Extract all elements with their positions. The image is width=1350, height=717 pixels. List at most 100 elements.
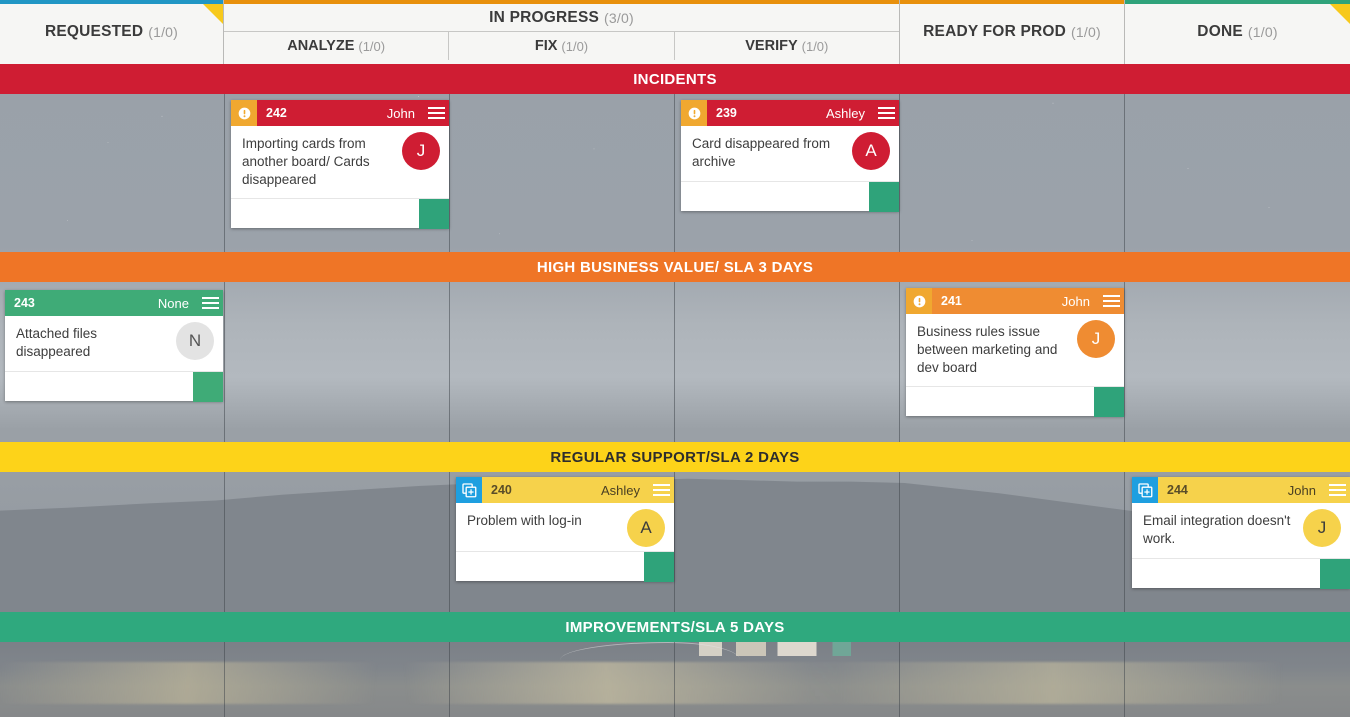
avatar[interactable]: J	[1077, 320, 1115, 358]
warning-icon	[906, 288, 932, 314]
column-label-requested: REQUESTED	[44, 23, 144, 40]
card-body-240: Problem with log-in A	[456, 503, 674, 551]
swimlane-header-regular-support[interactable]: REGULAR SUPPORT/SLA 2 DAYS	[0, 442, 1350, 472]
subcolumn-label-analyze: ANALYZE	[287, 38, 355, 54]
swimlane-label-incidents: INCIDENTS	[633, 70, 717, 88]
card-body-244: Email integration doesn't work. J	[1132, 503, 1350, 558]
kanban-board: REQUESTED (1/0) IN PROGRESS (3/0) ANALYZ…	[0, 0, 1350, 717]
card-id-244: 244	[1167, 483, 1188, 497]
swimlane-label-improvements: IMPROVEMENTS/SLA 5 DAYS	[565, 618, 785, 636]
swimlane-header-high-business-value[interactable]: HIGH BUSINESS VALUE/ SLA 3 DAYS	[0, 252, 1350, 282]
card-header-242: 242 John	[231, 100, 449, 126]
avatar[interactable]: J	[1303, 509, 1341, 547]
card-progress-square	[1094, 387, 1124, 418]
card-title-240: Problem with log-in	[467, 513, 582, 528]
hamburger-icon[interactable]	[873, 100, 899, 126]
card-240[interactable]: 240 Ashley Problem with log-in A	[456, 477, 674, 582]
card-assignee-242: John	[386, 105, 415, 121]
card-header-240: 240 Ashley	[456, 477, 674, 503]
card-assignee-239: Ashley	[825, 105, 865, 121]
board-header: REQUESTED (1/0) IN PROGRESS (3/0) ANALYZ…	[0, 0, 1350, 64]
column-count-ready-for-prod: (1/0)	[1071, 24, 1101, 40]
swimlane-label-high-business-value: HIGH BUSINESS VALUE/ SLA 3 DAYS	[536, 258, 814, 276]
card-footer-240	[456, 551, 674, 582]
column-title-requested: REQUESTED (1/0)	[0, 0, 223, 64]
card-body-241: Business rules issue between marketing a…	[906, 314, 1124, 386]
column-header-ready-for-prod[interactable]: READY FOR PROD (1/0)	[900, 0, 1125, 64]
card-assignee-241: John	[1061, 293, 1090, 309]
column-top-accent-in-progress	[224, 0, 899, 4]
card-id-240: 240	[491, 483, 512, 497]
card-title-244: Email integration doesn't work.	[1143, 513, 1291, 546]
column-corner-flag-requested	[203, 4, 223, 24]
card-id-243: 243	[14, 296, 35, 310]
column-count-done: (1/0)	[1247, 24, 1278, 40]
card-id-239: 239	[716, 106, 737, 120]
card-footer-242	[231, 198, 449, 230]
card-assignee-240: Ashley	[600, 482, 640, 498]
card-id-242: 242	[266, 106, 287, 120]
avatar[interactable]: A	[852, 132, 890, 170]
subcolumn-header-analyze[interactable]: ANALYZE (1/0)	[224, 32, 450, 60]
avatar[interactable]: J	[402, 132, 440, 170]
card-progress-square	[419, 199, 449, 230]
column-header-done[interactable]: DONE (1/0)	[1125, 0, 1350, 64]
subcolumn-header-verify[interactable]: VERIFY (1/0)	[675, 32, 899, 60]
column-header-requested[interactable]: REQUESTED (1/0)	[0, 0, 224, 64]
card-footer-241	[906, 386, 1124, 418]
subcolumn-row: ANALYZE (1/0) FIX (1/0) VERIFY (1/0)	[224, 31, 899, 60]
column-label-ready-for-prod: READY FOR PROD	[923, 23, 1067, 40]
card-progress-square	[193, 371, 223, 402]
subcolumn-header-fix[interactable]: FIX (1/0)	[449, 32, 675, 60]
column-count-in-progress: (3/0)	[604, 9, 634, 26]
column-top-accent-requested	[0, 0, 223, 4]
card-body-242: Importing cards from another board/ Card…	[231, 126, 449, 198]
swimlane-label-regular-support: REGULAR SUPPORT/SLA 2 DAYS	[550, 448, 800, 466]
subcolumn-label-fix: FIX	[534, 38, 558, 54]
column-count-requested: (1/0)	[148, 24, 179, 40]
card-header-244: 244 John	[1132, 477, 1350, 503]
card-progress-square	[869, 181, 899, 212]
card-241[interactable]: 241 John Business rules issue between ma…	[906, 288, 1124, 418]
card-body-239: Card disappeared from archive A	[681, 126, 899, 181]
card-title-242: Importing cards from another board/ Card…	[242, 136, 370, 187]
column-title-done: DONE (1/0)	[1125, 0, 1350, 64]
card-243[interactable]: 243 None Attached files disappeared N	[5, 290, 223, 402]
warning-icon	[681, 100, 707, 126]
column-header-in-progress[interactable]: IN PROGRESS (3/0) ANALYZE (1/0) FIX (1/0…	[224, 0, 900, 64]
card-footer-239	[681, 180, 899, 212]
subcolumn-count-analyze: (1/0)	[358, 38, 386, 54]
card-progress-square	[1320, 558, 1350, 589]
card-body-243: Attached files disappeared N	[5, 316, 223, 371]
hamburger-icon[interactable]	[423, 100, 449, 126]
card-header-241: 241 John	[906, 288, 1124, 314]
card-title-241: Business rules issue between marketing a…	[917, 324, 1058, 375]
swimlane-header-incidents[interactable]: INCIDENTS	[0, 64, 1350, 94]
card-footer-243	[5, 370, 223, 402]
column-top-accent-done	[1125, 0, 1350, 4]
card-239[interactable]: 239 Ashley Card disappeared from archive…	[681, 100, 899, 212]
column-top-accent-ready-for-prod	[900, 0, 1124, 4]
card-244[interactable]: 244 John Email integration doesn't work.…	[1132, 477, 1350, 589]
warning-icon	[231, 100, 257, 126]
subcolumn-label-verify: VERIFY	[745, 38, 798, 54]
card-id-241: 241	[941, 294, 962, 308]
subcolumn-count-fix: (1/0)	[561, 38, 589, 54]
background-wire	[560, 642, 740, 660]
duplicate-card-icon	[456, 477, 482, 503]
hamburger-icon[interactable]	[1098, 288, 1124, 314]
card-header-243: 243 None	[5, 290, 223, 316]
subcolumn-count-verify: (1/0)	[801, 38, 829, 54]
card-title-243: Attached files disappeared	[16, 326, 98, 359]
background-field-image	[0, 640, 1350, 717]
hamburger-icon[interactable]	[197, 290, 223, 316]
hamburger-icon[interactable]	[648, 477, 674, 503]
card-footer-244	[1132, 557, 1350, 589]
column-label-done: DONE	[1197, 23, 1243, 40]
avatar[interactable]: A	[627, 509, 665, 547]
card-title-239: Card disappeared from archive	[692, 136, 831, 169]
swimlane-header-improvements[interactable]: IMPROVEMENTS/SLA 5 DAYS	[0, 612, 1350, 642]
hamburger-icon[interactable]	[1324, 477, 1350, 503]
card-242[interactable]: 242 John Importing cards from another bo…	[231, 100, 449, 230]
avatar[interactable]: N	[176, 322, 214, 360]
